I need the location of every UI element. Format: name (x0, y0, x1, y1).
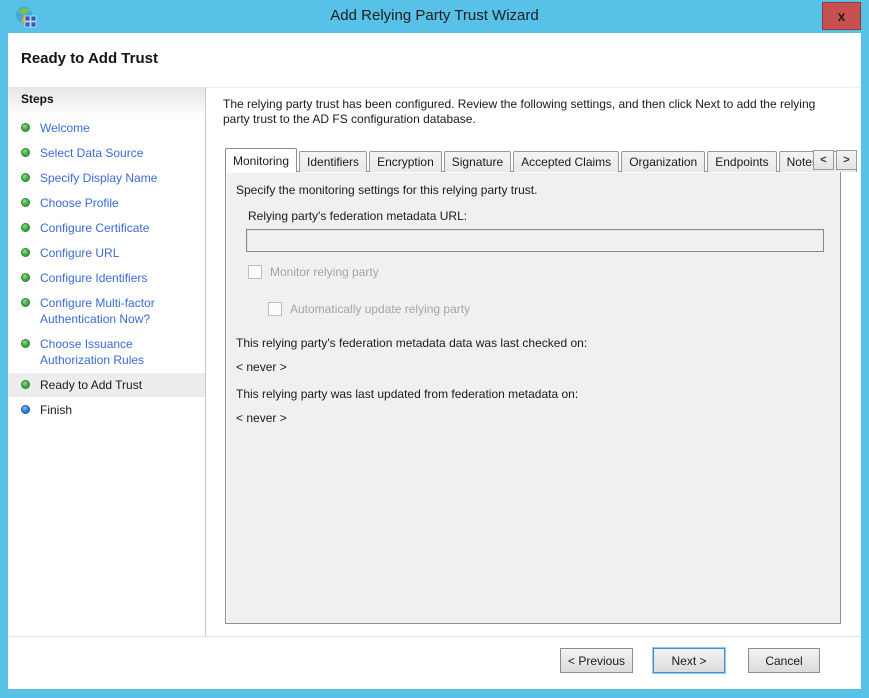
wizard-window: Add Relying Party Trust Wizard x Ready t… (0, 0, 869, 698)
auto-update-label: Automatically update relying party (290, 302, 471, 316)
step-done-icon (21, 123, 30, 132)
sidebar-item-finish: Finish (8, 402, 205, 418)
step-done-icon (21, 273, 30, 282)
monitor-relying-party-checkbox[interactable] (248, 265, 262, 279)
sidebar-item-choose-issuance-rules: Choose Issuance Authorization Rules (8, 336, 205, 368)
last-checked-value: < never > (236, 360, 287, 374)
auto-update-checkbox-row: Automatically update relying party (268, 302, 470, 316)
last-updated-value: < never > (236, 411, 287, 425)
steps-sidebar: Steps Welcome Select Data Source Specify… (8, 87, 205, 636)
step-future-icon (21, 405, 30, 414)
dialog-body: Ready to Add Trust Steps Welcome Select … (8, 33, 861, 689)
monitoring-intro-text: Specify the monitoring settings for this… (236, 183, 538, 197)
step-done-icon (21, 198, 30, 207)
sidebar-item-configure-certificate: Configure Certificate (8, 220, 205, 236)
metadata-url-label: Relying party's federation metadata URL: (248, 209, 468, 223)
sidebar-item-welcome: Welcome (8, 120, 205, 136)
tab-encryption[interactable]: Encryption (369, 151, 442, 172)
step-done-icon (21, 248, 30, 257)
sidebar-divider (205, 87, 206, 636)
footer-divider (8, 636, 861, 637)
tab-scroll-left-icon[interactable]: < (813, 150, 834, 170)
monitoring-tab-panel: Specify the monitoring settings for this… (225, 171, 841, 624)
previous-button[interactable]: < Previous (560, 648, 633, 673)
tab-organization[interactable]: Organization (621, 151, 706, 172)
settings-tabstrip: Monitoring Identifiers Encryption Signat… (225, 147, 857, 172)
window-title: Add Relying Party Trust Wizard (330, 7, 539, 24)
sidebar-item-configure-mfa: Configure Multi-factor Authentication No… (8, 295, 205, 327)
titlebar: Add Relying Party Trust Wizard x (0, 0, 869, 33)
sidebar-item-configure-url: Configure URL (8, 245, 205, 261)
tab-monitoring[interactable]: Monitoring (225, 148, 298, 172)
step-done-icon (21, 339, 30, 348)
sidebar-item-select-data-source: Select Data Source (8, 145, 205, 161)
sidebar-item-choose-profile: Choose Profile (8, 195, 205, 211)
tab-endpoints[interactable]: Endpoints (707, 151, 777, 172)
tab-scroll-right-icon[interactable]: > (836, 150, 857, 170)
monitor-relying-party-label: Monitor relying party (270, 265, 379, 279)
close-button[interactable]: x (822, 2, 861, 30)
auto-update-checkbox[interactable] (268, 302, 282, 316)
step-done-icon (21, 173, 30, 182)
last-checked-label: This relying party's federation metadata… (236, 336, 588, 350)
tab-accepted-claims[interactable]: Accepted Claims (513, 151, 620, 172)
cancel-button[interactable]: Cancel (748, 648, 820, 673)
tab-identifiers[interactable]: Identifiers (299, 151, 368, 172)
sidebar-item-ready-to-add-trust: Ready to Add Trust (8, 373, 205, 397)
last-updated-label: This relying party was last updated from… (236, 387, 579, 401)
next-button[interactable]: Next > (653, 648, 725, 673)
steps-list: Welcome Select Data Source Specify Displ… (8, 113, 205, 418)
page-title: Ready to Add Trust (21, 50, 158, 67)
sidebar-item-configure-identifiers: Configure Identifiers (8, 270, 205, 286)
wizard-description: The relying party trust has been configu… (223, 97, 816, 126)
sidebar-item-specify-display-name: Specify Display Name (8, 170, 205, 186)
monitor-relying-party-checkbox-row: Monitor relying party (248, 265, 379, 279)
step-done-icon (21, 148, 30, 157)
step-done-icon (21, 298, 30, 307)
step-done-icon (21, 223, 30, 232)
step-current-icon (21, 380, 30, 389)
steps-heading: Steps (8, 87, 205, 113)
tab-signature[interactable]: Signature (443, 151, 512, 172)
metadata-url-input[interactable] (246, 229, 824, 252)
